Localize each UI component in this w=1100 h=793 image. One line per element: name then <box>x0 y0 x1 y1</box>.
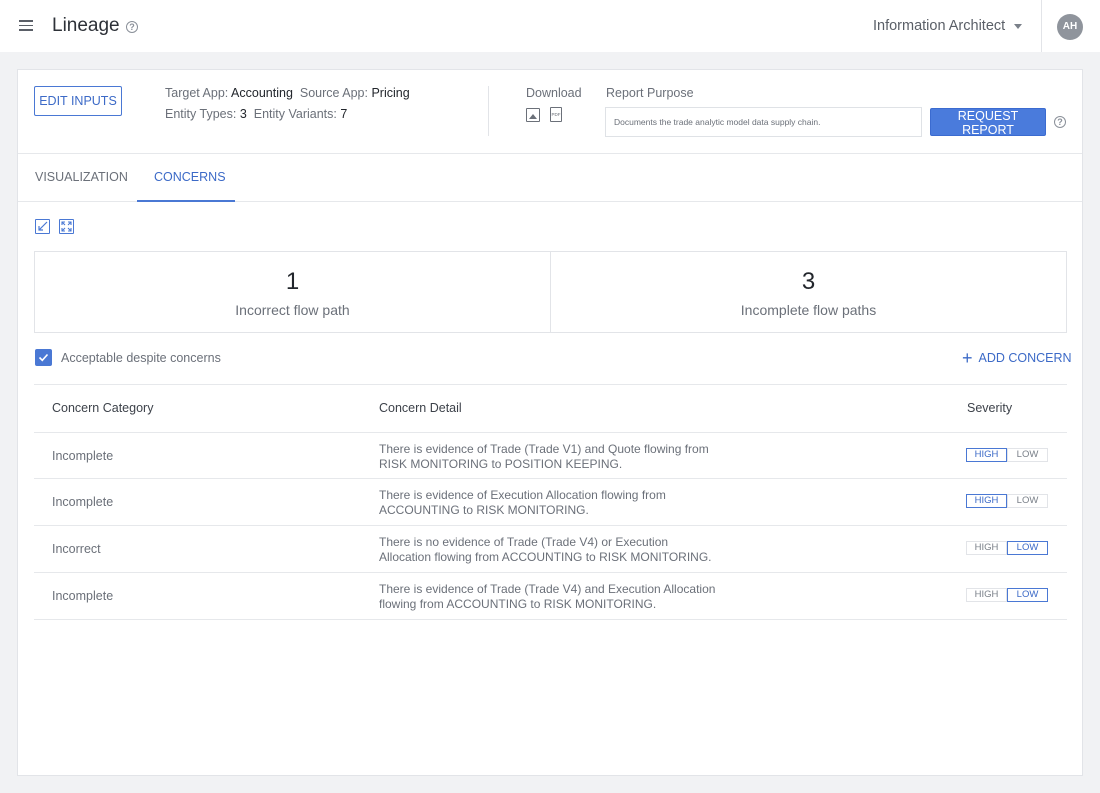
stat-value: 1 <box>285 268 300 295</box>
tab-bar: VISUALIZATION CONCERNS <box>18 154 1082 202</box>
active-tab-indicator <box>137 200 235 202</box>
top-bar: Lineage ? Information Architect AH <box>0 0 1100 52</box>
expand-icon[interactable] <box>59 219 74 234</box>
tab-concerns[interactable]: CONCERNS <box>154 170 226 184</box>
severity-low-button[interactable]: LOW <box>1007 448 1048 462</box>
target-app-value: Accounting <box>231 86 293 100</box>
help-icon[interactable]: ? <box>126 21 138 33</box>
severity-high-button[interactable]: HIGH <box>966 588 1007 602</box>
concern-category: Incomplete <box>52 449 114 463</box>
concern-detail: There is evidence of Trade (Trade V1) an… <box>379 442 709 471</box>
pdf-download-icon[interactable]: PDF <box>550 107 562 122</box>
concern-detail: There is evidence of Trade (Trade V4) an… <box>379 582 716 611</box>
acceptable-label: Acceptable despite concerns <box>61 351 221 365</box>
role-dropdown[interactable]: Information Architect <box>873 18 1005 34</box>
tab-visualization[interactable]: VISUALIZATION <box>35 170 128 184</box>
page-title: Lineage <box>52 15 120 36</box>
entity-variants-value: 7 <box>340 107 348 121</box>
stat-label: Incorrect flow path <box>235 302 350 318</box>
stat-value: 3 <box>801 268 816 295</box>
report-purpose-input[interactable] <box>605 107 922 137</box>
app-info: Target App: Accounting Source App: Prici… <box>165 86 410 100</box>
acceptable-checkbox[interactable] <box>35 349 52 366</box>
severity-high-button[interactable]: HIGH <box>966 494 1007 508</box>
request-report-button[interactable]: REQUEST REPORT <box>930 108 1046 137</box>
severity-low-button[interactable]: LOW <box>1007 494 1048 508</box>
download-label: Download <box>526 86 582 100</box>
severity-toggle: HIGH LOW <box>966 448 1048 462</box>
help-icon[interactable]: ? <box>1054 116 1066 128</box>
column-header-detail: Concern Detail <box>379 401 462 415</box>
severity-high-button[interactable]: HIGH <box>966 541 1007 555</box>
severity-low-button[interactable]: LOW <box>1007 588 1048 602</box>
column-header-category: Concern Category <box>52 401 154 415</box>
hamburger-menu-icon[interactable] <box>19 20 33 31</box>
edit-inputs-button[interactable]: EDIT INPUTS <box>34 86 122 116</box>
divider <box>34 384 1067 385</box>
concern-detail: There is no evidence of Trade (Trade V4)… <box>379 535 712 564</box>
severity-toggle: HIGH LOW <box>966 541 1048 555</box>
add-concern-button[interactable]: + ADD CONCERN <box>962 348 1072 369</box>
plus-icon: + <box>962 348 973 368</box>
source-app-value: Pricing <box>371 86 410 100</box>
severity-high-button[interactable]: HIGH <box>966 448 1007 462</box>
concern-category: Incomplete <box>52 495 114 509</box>
table-row: Incomplete There is evidence of Trade (T… <box>34 432 1067 479</box>
table-row: Incorrect There is no evidence of Trade … <box>34 526 1067 573</box>
divider <box>488 86 489 136</box>
report-header: EDIT INPUTS Target App: Accounting Sourc… <box>18 70 1082 154</box>
column-header-severity: Severity <box>967 401 1013 415</box>
table-row: Incomplete There is evidence of Executio… <box>34 479 1067 526</box>
image-download-icon[interactable] <box>526 108 540 122</box>
concern-detail: There is evidence of Execution Allocatio… <box>379 488 666 517</box>
avatar[interactable]: AH <box>1057 14 1083 40</box>
stat-incomplete: 3 Incomplete flow paths <box>550 252 1066 332</box>
main-card: EDIT INPUTS Target App: Accounting Sourc… <box>17 69 1083 776</box>
stat-label: Incomplete flow paths <box>740 302 877 318</box>
stats-panel: 1 Incorrect flow path 3 Incomplete flow … <box>34 251 1067 333</box>
stat-incorrect: 1 Incorrect flow path <box>35 252 550 332</box>
report-purpose-label: Report Purpose <box>606 86 694 100</box>
entity-info: Entity Types: 3 Entity Variants: 7 <box>165 107 348 121</box>
table-row: Incomplete There is evidence of Trade (T… <box>34 573 1067 620</box>
concern-category: Incorrect <box>52 542 101 556</box>
severity-toggle: HIGH LOW <box>966 588 1048 602</box>
severity-low-button[interactable]: LOW <box>1007 541 1048 555</box>
collapse-icon[interactable] <box>35 219 50 234</box>
entity-types-value: 3 <box>239 107 247 121</box>
severity-toggle: HIGH LOW <box>966 494 1048 508</box>
chevron-down-icon[interactable] <box>1014 24 1022 29</box>
divider <box>1041 0 1042 52</box>
concern-category: Incomplete <box>52 589 114 603</box>
